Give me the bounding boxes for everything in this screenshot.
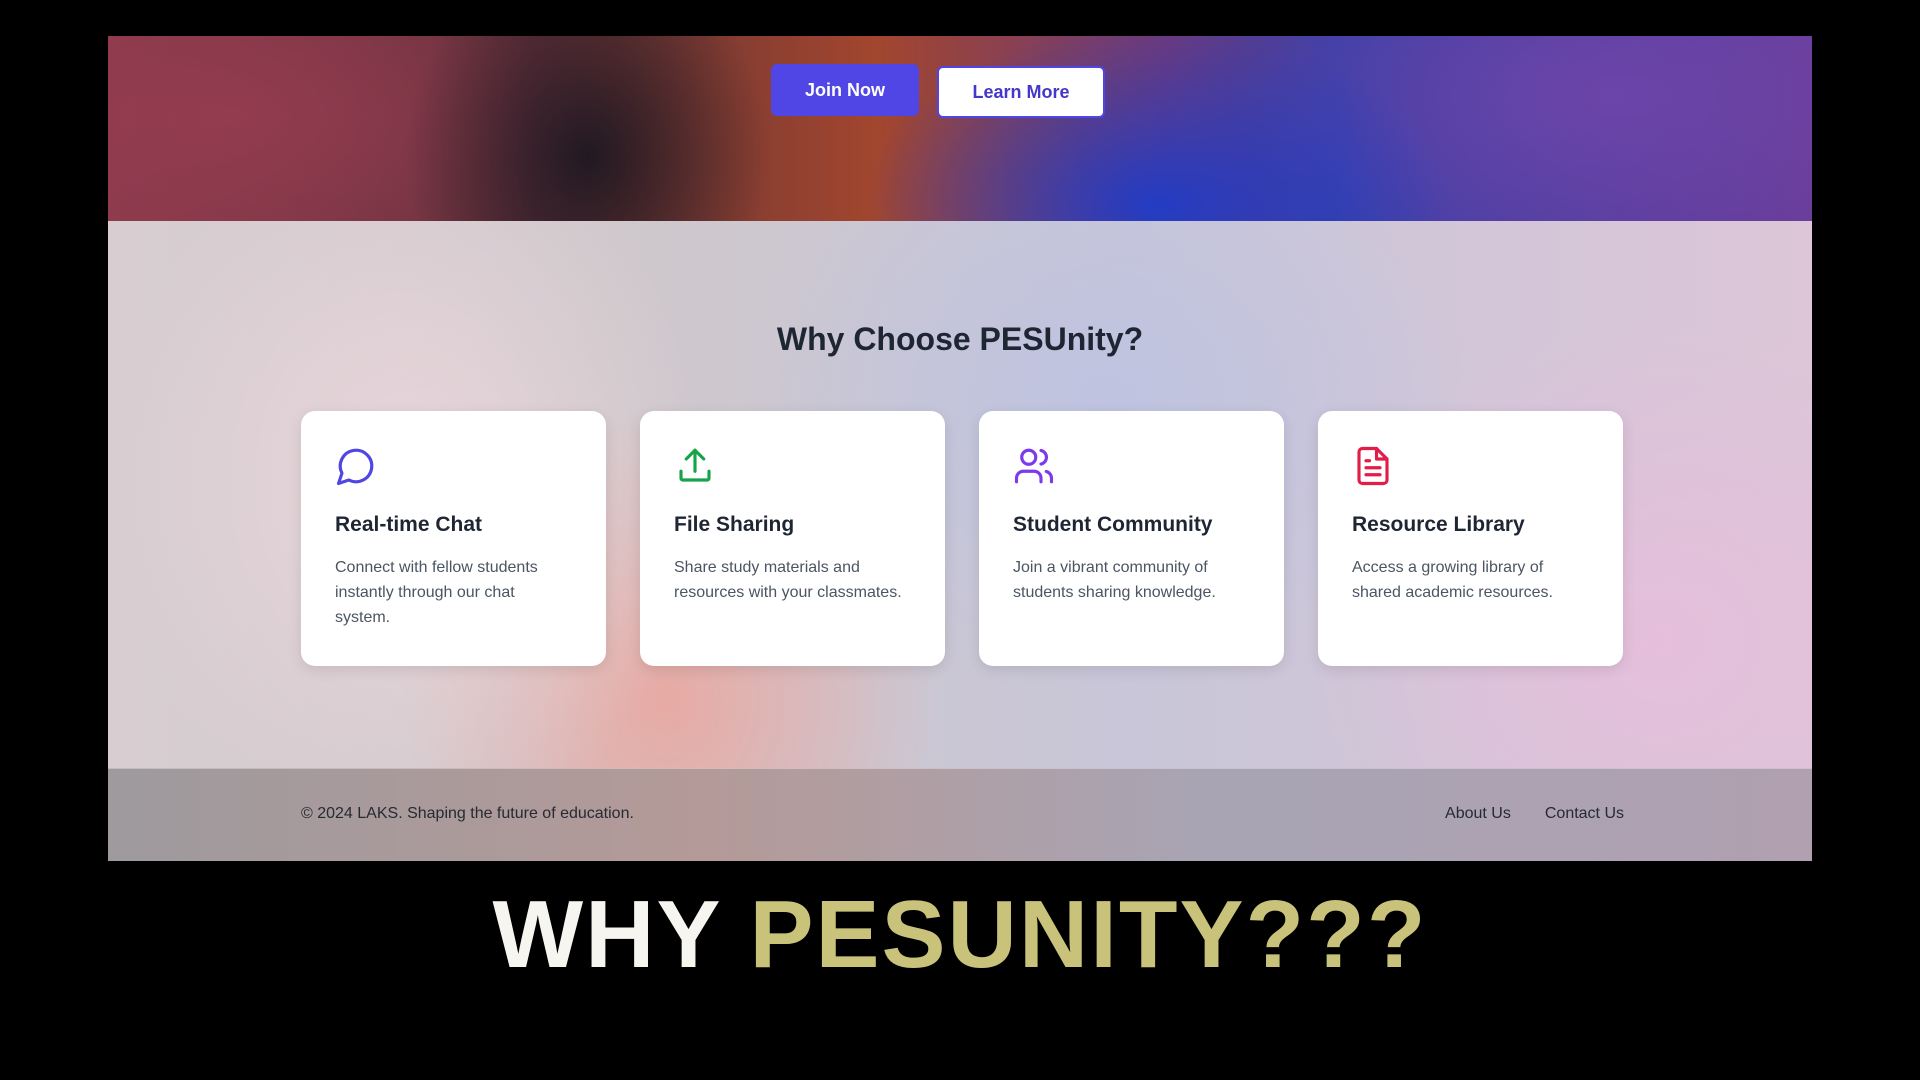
about-us-link[interactable]: About Us xyxy=(1445,805,1511,823)
feature-card-community: Student Community Join a vibrant communi… xyxy=(979,411,1284,666)
feature-title: Resource Library xyxy=(1352,513,1525,536)
feature-title: File Sharing xyxy=(674,513,795,536)
section-title: Why Choose PESUnity? xyxy=(776,321,1144,357)
feature-cards: Real-time Chat Connect with fellow stude… xyxy=(301,411,1623,666)
feature-title: Student Community xyxy=(1013,513,1213,536)
feature-description: Share study materials and resources with… xyxy=(674,559,902,601)
learn-more-button[interactable]: Learn More xyxy=(937,66,1105,118)
hero-buttons: Join Now Learn More xyxy=(108,64,1812,118)
join-now-button[interactable]: Join Now xyxy=(771,64,919,116)
feature-card-chat: Real-time Chat Connect with fellow stude… xyxy=(301,411,606,666)
upload-icon xyxy=(679,448,711,482)
feature-description: Access a growing library of shared acade… xyxy=(1352,559,1553,601)
feature-card-file-sharing: File Sharing Share study materials and r… xyxy=(640,411,945,666)
feature-description: Connect with fellow students instantly t… xyxy=(335,559,538,626)
users-icon xyxy=(1014,448,1054,484)
browser-content: Join Now Learn More Why Choose PESUnity?… xyxy=(108,36,1812,861)
feature-card-library: Resource Library Access a growing librar… xyxy=(1318,411,1623,666)
features-section: Why Choose PESUnity? Real-time Chat Conn… xyxy=(108,221,1812,768)
caption-heading: WHY PESUNITY??? xyxy=(0,880,1920,990)
hero-section: Join Now Learn More xyxy=(108,36,1812,221)
copyright-text: © 2024 LAKS. Shaping the future of educa… xyxy=(301,805,634,822)
contact-us-link[interactable]: Contact Us xyxy=(1545,805,1624,823)
document-icon xyxy=(1357,446,1389,486)
feature-title: Real-time Chat xyxy=(335,513,483,536)
caption-word-why: WHY xyxy=(492,881,721,988)
feature-description: Join a vibrant community of students sha… xyxy=(1013,559,1216,601)
footer-links: About Us Contact Us xyxy=(1445,805,1624,823)
chat-bubble-icon xyxy=(336,448,374,486)
footer: © 2024 LAKS. Shaping the future of educa… xyxy=(108,768,1812,861)
caption-word-pesunity: PESUNITY??? xyxy=(749,881,1428,988)
